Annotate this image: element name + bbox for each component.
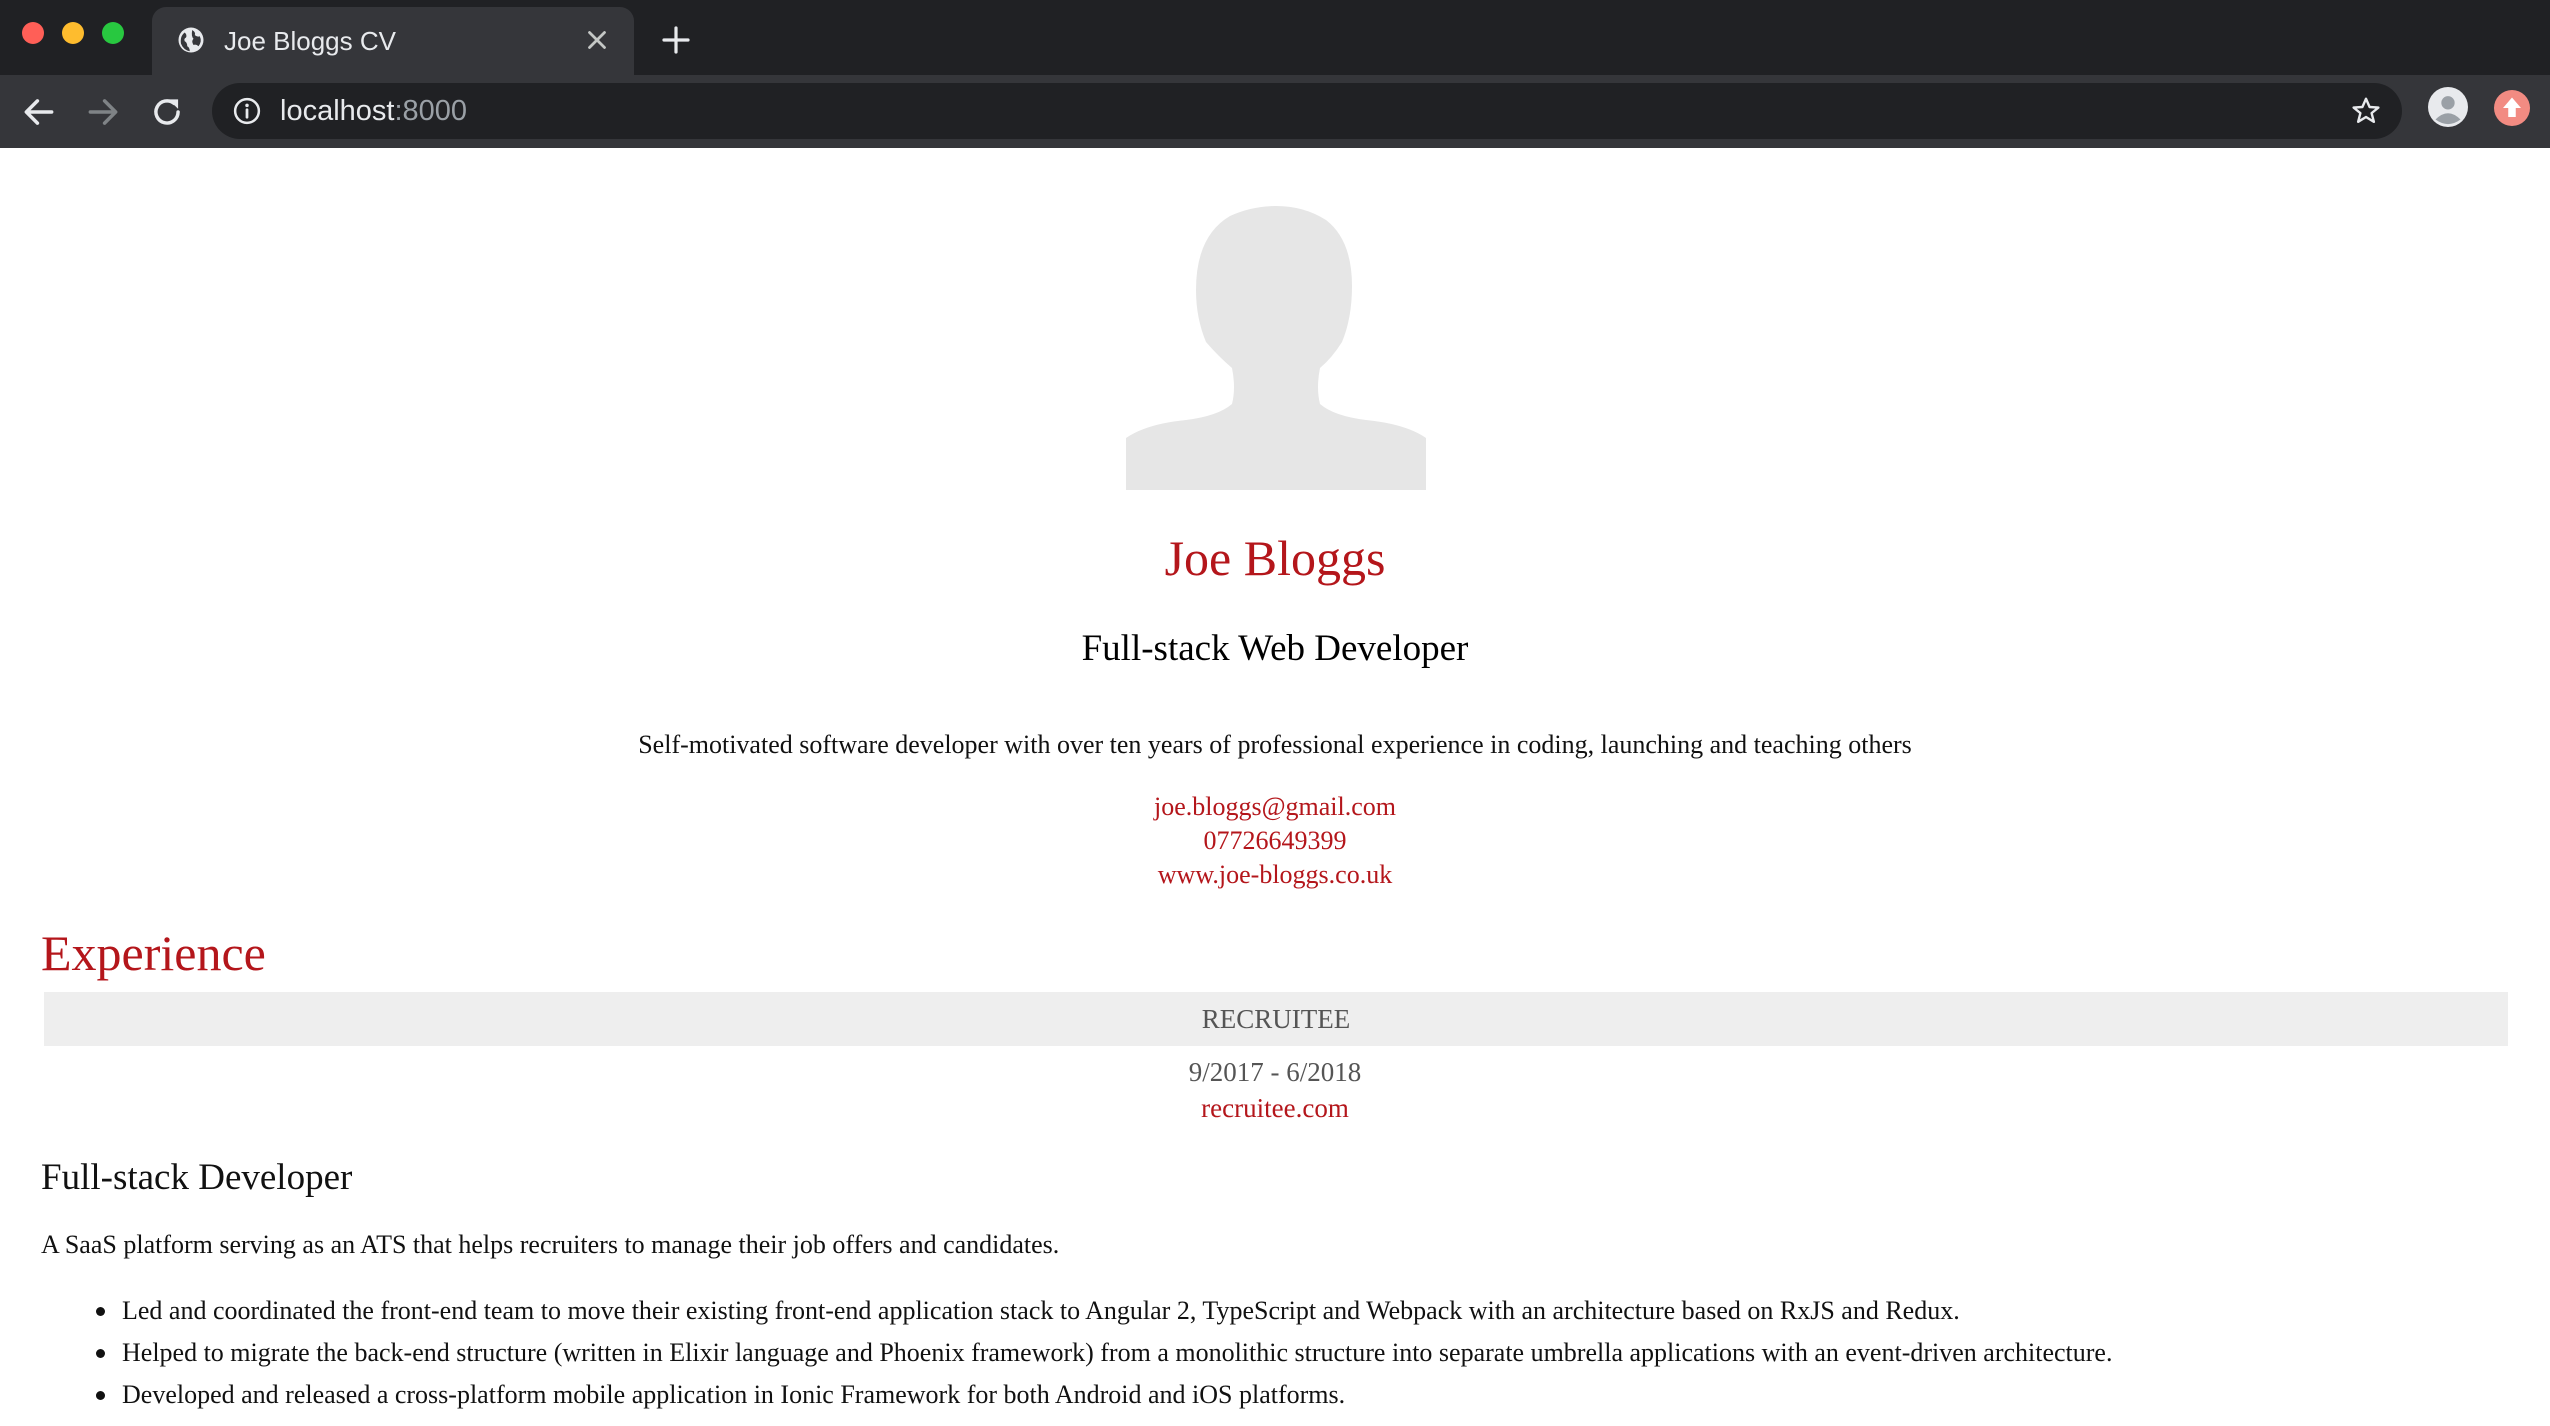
info-icon[interactable]: [232, 96, 262, 126]
plus-icon[interactable]: [660, 24, 692, 56]
profile-icon[interactable]: [2428, 87, 2468, 127]
company-header: RECRUITEE: [44, 992, 2508, 1046]
browser-toolbar: localhost:8000: [0, 75, 2550, 148]
globe-icon: [178, 27, 204, 53]
list-item: Helped to migrate the back-end structure…: [95, 1332, 2112, 1374]
window-zoom-button[interactable]: [102, 22, 124, 44]
address-bar[interactable]: localhost:8000: [212, 83, 2402, 139]
extension-icon[interactable]: [2494, 90, 2530, 126]
cv-name: Joe Bloggs: [1164, 530, 1386, 586]
job-description: A SaaS platform serving as an ATS that h…: [41, 1230, 1060, 1259]
browser-tab-active[interactable]: Joe Bloggs CV: [152, 7, 634, 75]
job-title: Full-stack Developer: [41, 1157, 353, 1198]
forward-arrow-icon[interactable]: [84, 93, 122, 131]
window-minimize-button[interactable]: [62, 22, 84, 44]
job-bullet-list: Led and coordinated the front-end team t…: [0, 1290, 2112, 1416]
avatar-placeholder: [1126, 206, 1426, 490]
email-link[interactable]: joe.bloggs@gmail.com: [0, 790, 2550, 824]
back-arrow-icon[interactable]: [20, 93, 58, 131]
list-item: Led and coordinated the front-end team t…: [95, 1290, 2112, 1332]
browser-titlebar: Joe Bloggs CV: [0, 0, 2550, 75]
reload-icon[interactable]: [148, 93, 186, 131]
phone-link[interactable]: 07726649399: [0, 824, 2550, 858]
url-host: localhost: [280, 95, 395, 127]
cv-summary: Self-motivated software developer with o…: [638, 730, 1912, 759]
window-close-button[interactable]: [22, 22, 44, 44]
cv-page: Joe Bloggs Full-stack Web Developer Self…: [0, 148, 2550, 1426]
url-port: :8000: [394, 95, 468, 127]
url-text[interactable]: localhost:8000: [280, 93, 467, 129]
website-link[interactable]: www.joe-bloggs.co.uk: [0, 858, 2550, 892]
close-icon[interactable]: [582, 25, 612, 55]
cv-role: Full-stack Web Developer: [1081, 628, 1469, 669]
list-item: Developed and released a cross-platform …: [95, 1374, 2112, 1416]
company-website-link[interactable]: recruitee.com: [0, 1090, 2550, 1126]
tab-title: Joe Bloggs CV: [224, 26, 396, 56]
job-dates: 9/2017 - 6/2018: [1188, 1057, 1362, 1087]
experience-heading: Experience: [41, 925, 266, 981]
star-icon[interactable]: [2350, 95, 2382, 127]
